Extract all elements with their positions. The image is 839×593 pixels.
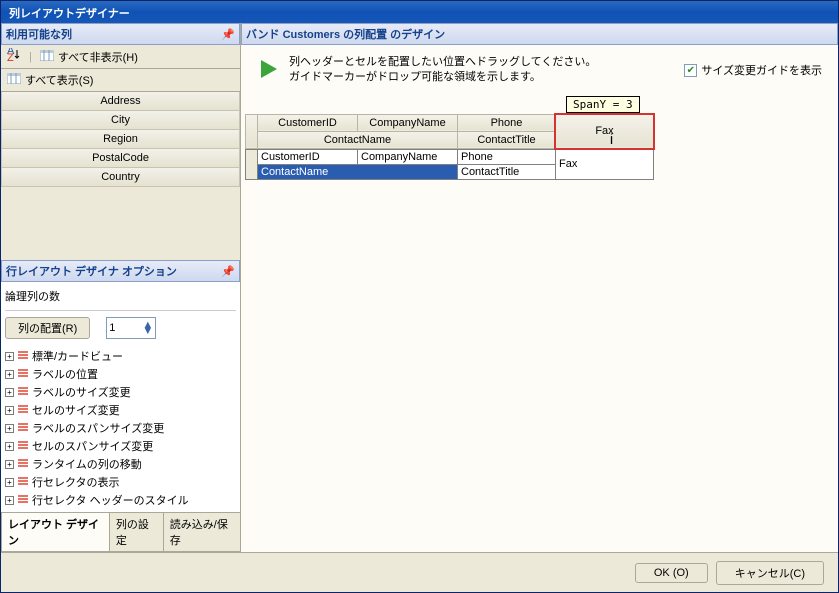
designer-window: 列レイアウトデザイナー 利用可能な列 📌 AZ | [0,0,839,593]
tree-item[interactable]: +ランタイムの列の移動 [5,455,236,473]
sort-icon: AZ [7,48,21,65]
dialog-footer: OK (O) キャンセル(C) [1,552,838,592]
tab-column-settings[interactable]: 列の設定 [109,513,164,552]
grid-icon [7,73,21,87]
columns-toolbar-2: すべて表示(S) [1,69,240,92]
span-tooltip: SpanY = 3 [566,96,640,113]
columns-toolbar: AZ | すべて非表示(H) [1,45,240,69]
header-layout-grid[interactable]: CustomerID CompanyName Phone Fax Ꭵ Conta… [245,114,654,149]
column-item-country[interactable]: Country [1,168,240,187]
column-count-spinner[interactable]: 1 ▲▼ [106,317,156,339]
window-title: 列レイアウトデザイナー [9,8,130,20]
pin-icon[interactable]: 📌 [221,265,235,278]
show-all-button[interactable]: すべて表示(S) [5,71,95,89]
show-guides-checkbox[interactable]: ✔ サイズ変更ガイドを表示 [684,62,822,78]
tab-load-save[interactable]: 読み込み/保存 [163,513,241,552]
options-tree: +標準/カードビュー +ラベルの位置 +ラベルのサイズ変更 +セルのサイズ変更 … [5,347,236,509]
tree-item[interactable]: +ラベルのスパンサイズ変更 [5,419,236,437]
hdr-customerid: CustomerID [258,114,358,131]
hdr-fax: Fax Ꭵ [556,114,654,148]
tree-item[interactable]: +標準/カードビュー [5,347,236,365]
instruction-row: 列ヘッダーとセルを配置したい位置へドラッグしてください。 ガイドマーカーがドロッ… [241,45,838,96]
tree-item[interactable]: +行セレクタ ヘッダーのスタイル [5,491,236,509]
table-row: CustomerID CompanyName Phone Fax [246,149,654,164]
svg-text:Z: Z [7,52,14,62]
available-columns-header: 利用可能な列 📌 [1,23,240,45]
resize-caret-icon: Ꭵ [610,133,613,149]
pin-icon[interactable]: 📌 [221,28,235,41]
cancel-button[interactable]: キャンセル(C) [716,561,824,585]
checkbox-icon: ✔ [684,64,697,77]
tree-item[interactable]: +ラベルの位置 [5,365,236,383]
tree-item[interactable]: +行セレクタの表示 [5,473,236,491]
sort-asc-button[interactable]: AZ [5,47,23,66]
tree-item[interactable]: +セルのサイズ変更 [5,401,236,419]
left-pane: 利用可能な列 📌 AZ | すべて非表示(H) [1,23,241,552]
tab-layout-design[interactable]: レイアウト デザイン [1,513,110,552]
hdr-contacttitle: ContactTitle [458,131,556,148]
column-item-postalcode[interactable]: PostalCode [1,149,240,168]
hide-all-button[interactable]: すべて非表示(H) [38,48,140,66]
data-layout-grid[interactable]: CustomerID CompanyName Phone Fax Contact… [245,149,654,180]
column-item-address[interactable]: Address [1,92,240,111]
play-icon [257,58,279,83]
tree-item[interactable]: +セルのスパンサイズ変更 [5,437,236,455]
window-titlebar: 列レイアウトデザイナー [1,1,838,23]
right-pane: バンド Customers の列配置 のデザイン 列ヘッダーとセルを配置したい位… [241,23,838,552]
grid-icon [40,50,54,64]
design-surface[interactable]: SpanY = 3 CustomerID CompanyName Phone F… [241,96,838,552]
ok-button[interactable]: OK (O) [635,563,708,583]
tree-item[interactable]: +ラベルのサイズ変更 [5,383,236,401]
arrange-columns-button[interactable]: 列の配置(R) [5,317,90,339]
options-panel: 行レイアウト デザイナ オプション 📌 論理列の数 列の配置(R) 1 ▲▼ +… [1,260,240,552]
content-area: 利用可能な列 📌 AZ | すべて非表示(H) [1,23,838,552]
column-item-region[interactable]: Region [1,130,240,149]
column-item-city[interactable]: City [1,111,240,130]
logical-columns-label: 論理列の数 [5,285,236,311]
column-list: Address City Region PostalCode Country [1,92,240,187]
hdr-companyname: CompanyName [358,114,458,131]
options-header: 行レイアウト デザイナ オプション 📌 [1,260,240,282]
left-tabs: レイアウト デザイン 列の設定 読み込み/保存 [1,512,240,552]
design-header: バンド Customers の列配置 のデザイン [241,23,838,45]
hdr-phone: Phone [458,114,556,131]
hdr-contactname: ContactName [258,131,458,148]
available-columns-panel: 利用可能な列 📌 AZ | すべて非表示(H) [1,23,240,187]
